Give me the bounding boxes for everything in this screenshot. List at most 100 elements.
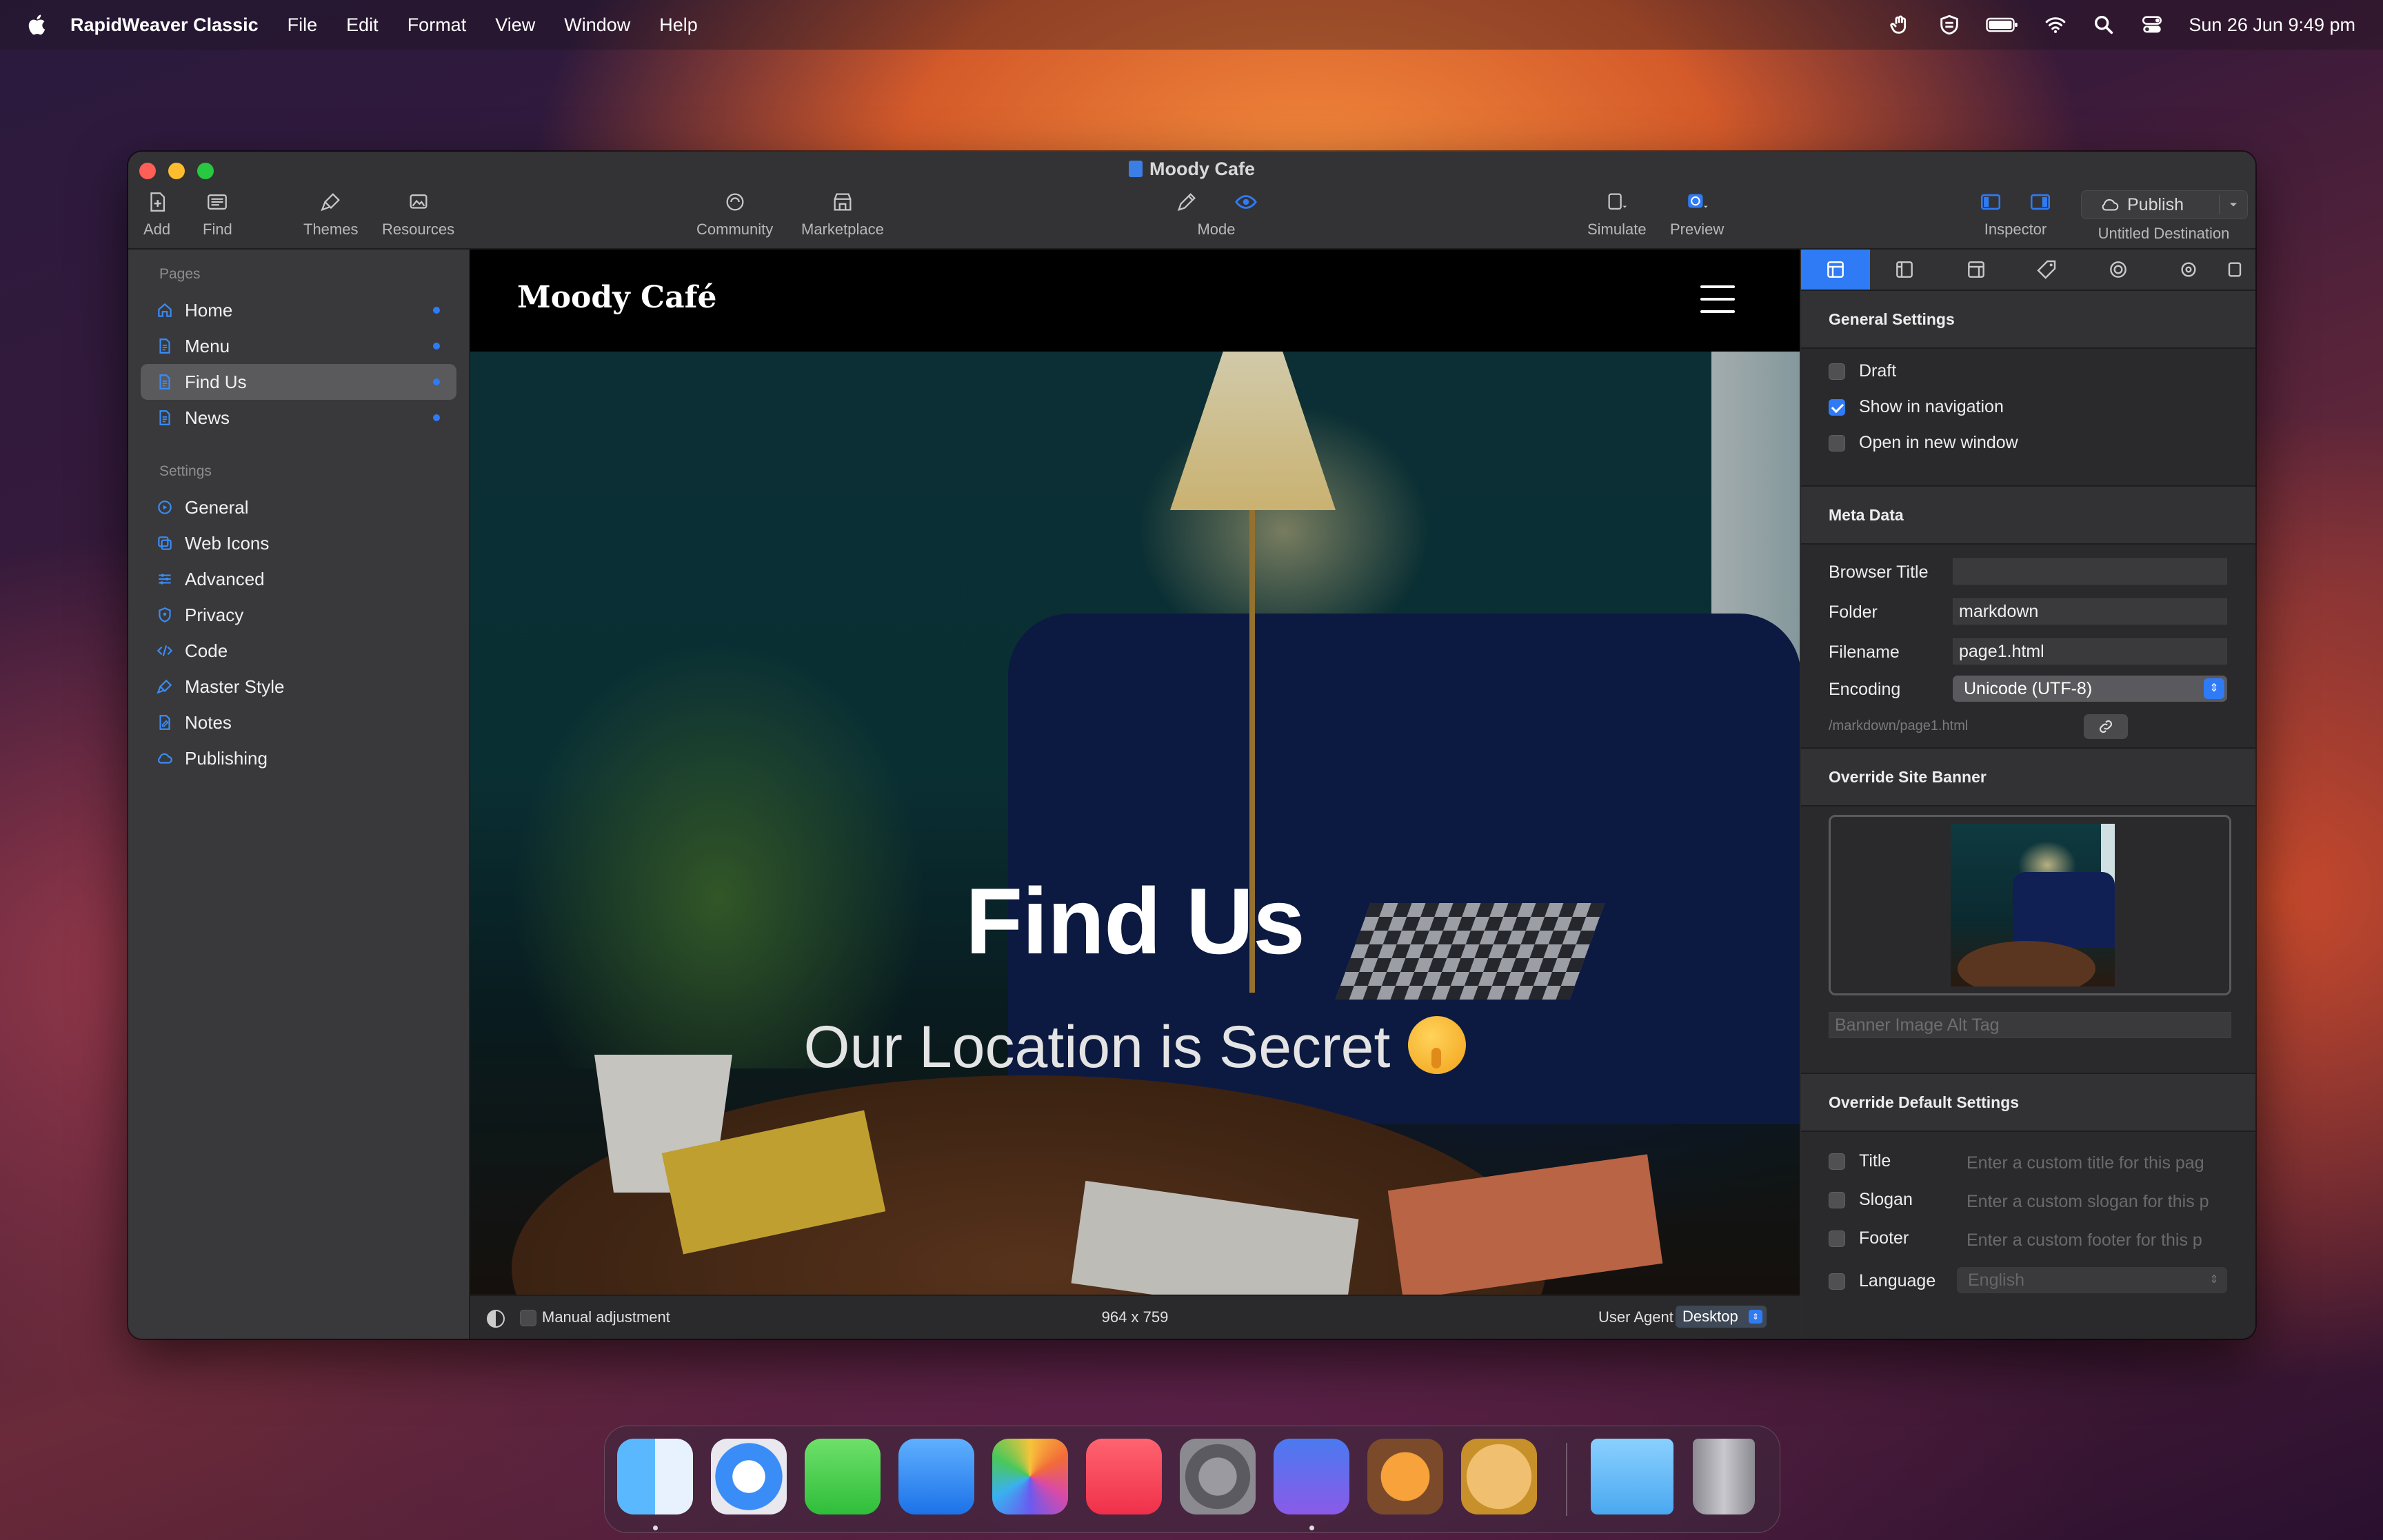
page-status-dot — [433, 414, 440, 421]
show-in-navigation-option[interactable]: Show in navigation — [1829, 397, 2004, 417]
preview-mode-eye-icon[interactable] — [1234, 190, 1258, 214]
menu-window[interactable]: Window — [564, 14, 630, 36]
left-sidebar-toggle-icon[interactable] — [1979, 190, 2002, 214]
sidebar-page-menu[interactable]: Menu — [141, 328, 456, 364]
copy-link-button[interactable] — [2084, 714, 2128, 739]
page-status-dot — [433, 378, 440, 385]
sidebar-settings-privacy[interactable]: Privacy — [141, 597, 456, 633]
publish-menu-chevron-icon[interactable] — [2226, 198, 2240, 212]
marketplace-button[interactable]: Marketplace — [801, 190, 884, 239]
finder-icon[interactable] — [617, 1439, 693, 1514]
system-settings-icon[interactable] — [1180, 1439, 1256, 1514]
tab-header[interactable] — [1942, 250, 2011, 290]
sidebar: Pages Home Menu Find Us News Settings Ge… — [128, 250, 470, 1339]
resources-button[interactable]: Resources — [382, 190, 454, 239]
draft-option[interactable]: Draft — [1829, 361, 1896, 381]
preview-button[interactable]: Preview — [1670, 190, 1724, 239]
code-icon — [157, 645, 173, 656]
messages-icon[interactable] — [805, 1439, 881, 1514]
simulate-button[interactable]: Simulate — [1587, 190, 1647, 239]
footer-override-option[interactable]: Footer — [1829, 1228, 1909, 1248]
title-override-option[interactable]: Title — [1829, 1151, 1891, 1171]
settings-header: Settings — [159, 463, 212, 479]
add-page-icon — [150, 192, 165, 212]
find-button[interactable]: Find — [203, 190, 232, 239]
custom-slogan-input[interactable] — [1967, 1188, 2230, 1215]
add-button[interactable]: Add — [143, 190, 170, 239]
slogan-override-checkbox[interactable] — [1829, 1191, 1845, 1208]
apple-logo-icon[interactable] — [26, 13, 50, 37]
sidebar-page-news[interactable]: News — [141, 400, 456, 436]
custom-footer-input[interactable] — [1967, 1227, 2230, 1253]
web-icons-icon — [158, 536, 172, 550]
orange-app-icon[interactable] — [1367, 1439, 1443, 1514]
downloads-folder-icon[interactable] — [1591, 1439, 1673, 1514]
right-sidebar-toggle-icon[interactable] — [2029, 190, 2052, 214]
sidebar-settings-notes[interactable]: Notes — [141, 705, 456, 740]
publish-destination[interactable]: Untitled Destination — [2081, 225, 2246, 243]
hamburger-menu-icon[interactable] — [1700, 285, 1735, 313]
wifi-icon[interactable] — [2044, 13, 2067, 37]
mail-icon[interactable] — [898, 1439, 974, 1514]
sidebar-settings-publishing[interactable]: Publishing — [141, 740, 456, 776]
hand-icon[interactable] — [1889, 13, 1913, 37]
community-button[interactable]: Community — [696, 190, 773, 239]
banner-alt-input[interactable] — [1829, 1012, 2231, 1038]
control-center-icon[interactable] — [2140, 13, 2164, 37]
spotlight-search-icon[interactable] — [2092, 13, 2115, 37]
folder-input[interactable] — [1953, 598, 2227, 625]
site-title[interactable]: Moody Café — [517, 280, 717, 315]
sidebar-settings-general[interactable]: General — [141, 489, 456, 525]
show-in-navigation-checkbox[interactable] — [1829, 398, 1845, 416]
open-in-new-window-checkbox[interactable] — [1829, 434, 1845, 452]
menu-file[interactable]: File — [288, 14, 318, 36]
footer-override-checkbox[interactable] — [1829, 1230, 1845, 1247]
shield-icon[interactable] — [1938, 13, 1961, 37]
open-in-new-window-option[interactable]: Open in new window — [1829, 433, 2018, 453]
sidebar-settings-master-style[interactable]: Master Style — [141, 669, 456, 705]
publish-button[interactable]: Publish — [2081, 190, 2248, 219]
battery-icon[interactable] — [1986, 13, 2019, 37]
tab-tags[interactable] — [2012, 250, 2081, 290]
sidebar-page-home[interactable]: Home — [141, 292, 456, 328]
menu-format[interactable]: Format — [408, 14, 467, 36]
sidebar-page-find-us[interactable]: Find Us — [141, 364, 456, 400]
menu-view[interactable]: View — [495, 14, 535, 36]
photos-icon[interactable] — [992, 1439, 1068, 1514]
filename-input[interactable] — [1953, 638, 2227, 665]
user-agent-select[interactable]: Desktop ⇕ — [1676, 1306, 1767, 1328]
sidebar-settings-code[interactable]: Code — [141, 633, 456, 669]
tab-devices[interactable] — [2214, 250, 2255, 290]
language-override-checkbox[interactable] — [1829, 1273, 1845, 1290]
themes-button[interactable]: Themes — [303, 190, 358, 239]
music-icon[interactable] — [1086, 1439, 1162, 1514]
banner-image-well[interactable] — [1829, 815, 2231, 995]
tab-general[interactable] — [1801, 250, 1870, 290]
tab-page-layout[interactable] — [1870, 250, 1939, 290]
rapidweaver-icon[interactable] — [1274, 1439, 1349, 1514]
language-select[interactable]: English ⇕ — [1957, 1267, 2227, 1293]
menu-app-name[interactable]: RapidWeaver Classic — [70, 14, 259, 36]
menu-clock[interactable]: Sun 26 Jun 9:49 pm — [2189, 14, 2355, 36]
safari-icon[interactable] — [711, 1439, 787, 1514]
custom-title-input[interactable] — [1967, 1150, 2230, 1176]
cloud-icon — [158, 753, 172, 764]
language-override-option[interactable]: Language — [1829, 1271, 1935, 1291]
menu-help[interactable]: Help — [659, 14, 698, 36]
link-icon — [2099, 720, 2113, 733]
tab-settings[interactable] — [2154, 250, 2223, 290]
draft-checkbox[interactable] — [1829, 363, 1845, 380]
slogan-override-option[interactable]: Slogan — [1829, 1190, 1913, 1210]
menu-edit[interactable]: Edit — [346, 14, 379, 36]
tab-target[interactable] — [2084, 250, 2153, 290]
edit-mode-pencil-icon[interactable] — [1175, 190, 1198, 214]
sidebar-settings-web-icons[interactable]: Web Icons — [141, 525, 456, 561]
title-override-checkbox[interactable] — [1829, 1153, 1845, 1170]
sidebar-settings-advanced[interactable]: Advanced — [141, 561, 456, 597]
marketplace-store-icon — [834, 193, 852, 211]
cat-app-icon[interactable] — [1461, 1439, 1537, 1514]
layout-icon — [1827, 261, 1844, 278]
browser-title-input[interactable] — [1953, 558, 2227, 585]
trash-icon[interactable] — [1693, 1439, 1755, 1514]
encoding-select[interactable]: Unicode (UTF-8) ⇕ — [1953, 676, 2227, 702]
